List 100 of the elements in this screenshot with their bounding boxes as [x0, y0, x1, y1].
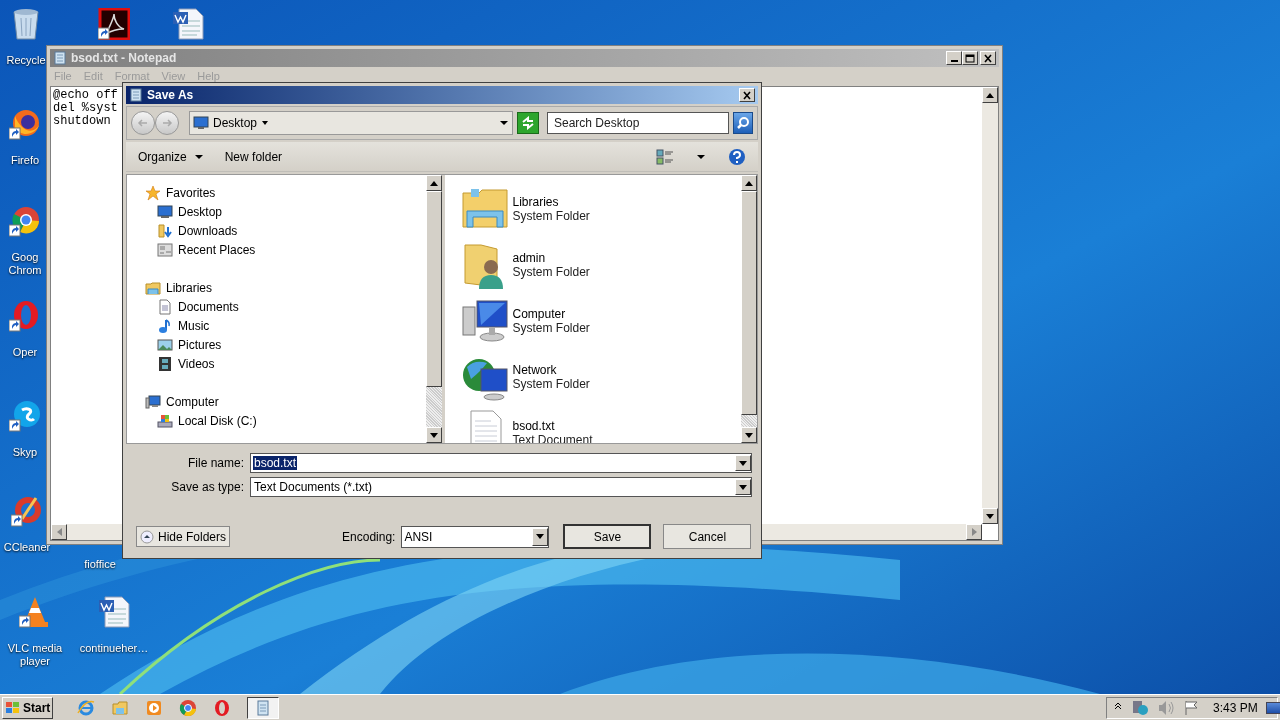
scrollbar[interactable] [741, 175, 757, 443]
chrome-app-icon[interactable] [9, 205, 41, 237]
caret-icon[interactable] [261, 120, 270, 126]
organize-button[interactable]: Organize [138, 147, 203, 166]
search-button[interactable] [733, 112, 753, 134]
nav-item[interactable]: Downloads [157, 221, 238, 240]
down-arrow-icon [745, 432, 753, 438]
ccleaner-app-icon[interactable] [11, 495, 43, 527]
desktop-icon-label[interactable]: fioffice [84, 558, 116, 571]
text-line: shutdown [53, 115, 111, 128]
nav-item[interactable]: Desktop [157, 202, 223, 221]
scrollbar[interactable] [982, 87, 998, 524]
address-bar[interactable]: Desktop [189, 111, 513, 135]
save-button[interactable]: Save [563, 524, 652, 549]
monitor-icon [157, 203, 173, 220]
maximize-icon [964, 52, 976, 64]
search-field[interactable]: Search Desktop [547, 112, 729, 134]
nav-item[interactable]: Libraries [145, 278, 213, 297]
word-document-icon[interactable] [172, 8, 204, 40]
nav-item[interactable]: Music [157, 316, 210, 335]
acrobat-app-icon[interactable] [98, 8, 130, 40]
network-icon[interactable] [1131, 698, 1149, 717]
field-label: Encoding: [342, 528, 396, 546]
caret-icon [194, 153, 203, 160]
desktop-icon-label[interactable]: CCleaner [3, 541, 51, 554]
right-arrow-icon [971, 528, 977, 536]
show-desktop-button[interactable] [1265, 701, 1280, 714]
up-arrow-icon [429, 180, 438, 186]
nav-item[interactable]: Local Disk (C:) [157, 411, 257, 430]
text-line: @echo off [53, 89, 118, 102]
firefox-app-icon[interactable] [9, 108, 41, 140]
refresh-arrows-icon [521, 116, 535, 130]
desktop-icon-label[interactable]: Firefo [10, 154, 40, 167]
desktop-icon-label[interactable]: Skyp [12, 446, 38, 459]
hard-drive-icon [157, 412, 173, 429]
word-document-icon[interactable] [98, 596, 130, 628]
traffic-cone-icon[interactable] [19, 596, 51, 628]
explorer-entry[interactable]: Computer System Folder [460, 293, 590, 349]
desktop-icon-label[interactable]: Recycle [6, 54, 46, 67]
monitor-icon [193, 116, 209, 130]
down-arrow-icon [739, 484, 747, 490]
view-options-icon[interactable] [656, 148, 674, 165]
refresh-button[interactable] [517, 112, 539, 134]
maximize-button[interactable] [962, 51, 978, 65]
explorer-entry[interactable]: admin System Folder [460, 237, 590, 293]
cancel-button[interactable]: Cancel [663, 524, 752, 549]
desktop-icon-label[interactable]: continueher… [79, 642, 149, 655]
download-folder-icon [157, 222, 173, 239]
text-line: del %syst [53, 102, 118, 115]
nav-item[interactable]: Recent Places [157, 240, 256, 259]
hide-folders-button[interactable]: Hide Folders [136, 526, 231, 547]
file-type-dropdown[interactable]: Text Documents (*.txt) [250, 477, 752, 497]
notepad-task-button[interactable] [247, 696, 279, 719]
notepad-icon [129, 88, 143, 102]
desktop-icon-label[interactable]: VLC media player [4, 642, 66, 668]
breadcrumb[interactable]: Desktop [213, 114, 258, 132]
nav-item[interactable]: Documents [157, 297, 239, 316]
window-title: bsod.txt - Notepad [71, 50, 178, 67]
chrome-icon[interactable] [179, 698, 197, 717]
nav-item[interactable]: Pictures [157, 335, 222, 354]
field-label: Save as type: [170, 479, 245, 496]
minimize-button[interactable] [946, 51, 962, 65]
computer-icon [460, 297, 509, 345]
opera-icon[interactable] [213, 698, 231, 717]
minimize-icon [950, 60, 958, 62]
caret-icon[interactable] [499, 120, 509, 126]
search-icon [736, 116, 750, 130]
opera-app-icon[interactable] [9, 300, 41, 332]
encoding-dropdown[interactable]: ANSI [401, 525, 550, 548]
notepad-icon [256, 699, 270, 716]
close-icon [982, 52, 994, 64]
down-arrow-icon [739, 460, 747, 466]
up-arrow-icon [986, 92, 994, 98]
explorer-entry[interactable]: Network System Folder [460, 349, 590, 405]
library-folder-icon [145, 279, 161, 296]
recycle-bin-icon[interactable] [10, 8, 42, 40]
dialog-title: Save As [147, 87, 195, 104]
music-note-icon [157, 317, 173, 334]
new-folder-button[interactable]: New folder [224, 147, 283, 166]
close-button[interactable] [739, 88, 755, 102]
nav-item[interactable]: Computer [145, 392, 219, 411]
desktop-icon-label[interactable]: Goog Chrom [6, 251, 44, 277]
up-arrow-icon [745, 180, 753, 186]
nav-item[interactable]: Favorites [145, 183, 216, 202]
star-icon [145, 184, 161, 201]
start-button[interactable]: Start [2, 696, 53, 719]
close-button[interactable] [980, 51, 996, 65]
cloud-app-icon[interactable] [9, 400, 41, 432]
file-name-field[interactable]: bsod.txt [250, 453, 752, 473]
explorer-entry[interactable]: Libraries System Folder [460, 181, 590, 237]
nav-item[interactable]: Videos [157, 354, 215, 373]
close-icon [741, 89, 753, 101]
desktop-icon-label[interactable]: Oper [12, 346, 38, 359]
scrollbar[interactable] [425, 175, 442, 443]
chevron-up-icon [140, 529, 154, 544]
down-arrow-icon [986, 513, 994, 519]
caret-icon[interactable] [696, 153, 706, 160]
film-strip-icon [157, 355, 173, 372]
help-icon[interactable] [728, 147, 746, 166]
document-icon [157, 298, 173, 315]
